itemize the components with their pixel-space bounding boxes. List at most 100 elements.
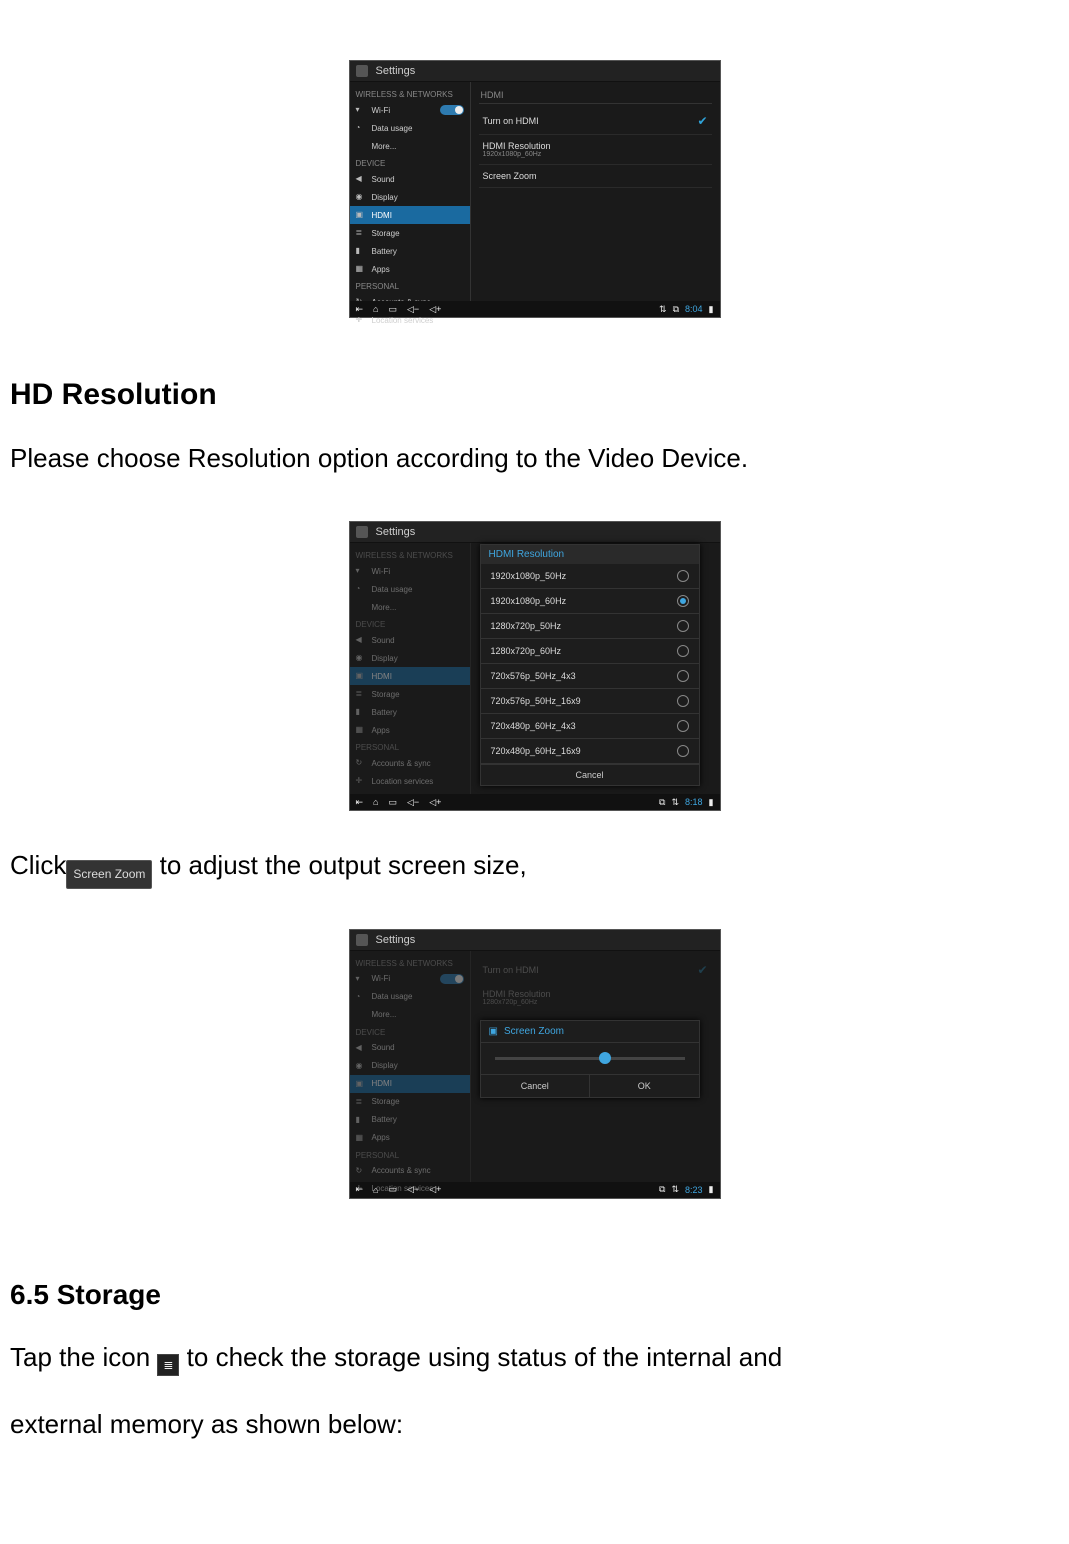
sidebar-item-sound[interactable]: ◀ Sound xyxy=(350,1039,470,1057)
heading-hd-resolution: HD Resolution xyxy=(10,378,1059,412)
dialog-cancel-button[interactable]: Cancel xyxy=(481,1074,591,1097)
nav-recent-icon[interactable]: ▭ xyxy=(388,797,397,808)
hdmi-icon: ▣ xyxy=(356,1079,366,1089)
sidebar-item-display[interactable]: ◉ Display xyxy=(350,1057,470,1075)
sidebar-item-accounts[interactable]: ↻ Accounts & sync xyxy=(350,1162,470,1180)
sidebar-item-label: Sound xyxy=(372,1043,395,1052)
sidebar-item-label: Display xyxy=(372,654,398,663)
nav-vol-up-icon[interactable]: ◁+ xyxy=(429,797,441,808)
section-personal-header: PERSONAL xyxy=(350,1147,470,1162)
dialog-cancel-button[interactable]: Cancel xyxy=(481,764,699,785)
radio-icon xyxy=(677,620,689,632)
sidebar-item-wifi[interactable]: ▾ Wi-Fi xyxy=(350,562,470,580)
sidebar-item-data[interactable]: ◔ Data usage xyxy=(350,119,470,137)
content-header: HDMI xyxy=(479,88,712,104)
nav-vol-up-icon[interactable]: ◁+ xyxy=(429,304,441,315)
sidebar-item-hdmi[interactable]: ▣ HDMI xyxy=(350,1075,470,1093)
row-title: Turn on HDMI xyxy=(483,116,539,126)
resolution-option[interactable]: 1280x720p_60Hz xyxy=(481,639,699,664)
radio-icon xyxy=(677,720,689,732)
resolution-option[interactable]: 720x576p_50Hz_16x9 xyxy=(481,689,699,714)
resolution-option[interactable]: 720x576p_50Hz_4x3 xyxy=(481,664,699,689)
sidebar-item-label: Wi-Fi xyxy=(372,567,391,576)
settings-icon xyxy=(356,526,368,538)
row-hdmi-resolution[interactable]: HDMI Resolution 1280x720p_60Hz xyxy=(479,983,712,1012)
sidebar-item-label: Battery xyxy=(372,1115,397,1124)
sync-icon: ↻ xyxy=(356,1166,366,1176)
nav-home-icon[interactable]: ⌂ xyxy=(373,304,378,314)
sidebar-item-label: Apps xyxy=(372,265,390,274)
sidebar-item-wifi[interactable]: ▾ Wi-Fi xyxy=(350,970,470,988)
sidebar-item-hdmi[interactable]: ▣ HDMI xyxy=(350,667,470,685)
sidebar-item-label: Wi-Fi xyxy=(372,106,391,115)
sidebar-item-storage[interactable]: ≣ Storage xyxy=(350,685,470,703)
data-usage-icon: ◔ xyxy=(356,584,366,594)
sidebar-item-more[interactable]: More... xyxy=(350,137,470,155)
row-turn-on-hdmi[interactable]: Turn on HDMI ✔ xyxy=(479,108,712,135)
wifi-toggle[interactable] xyxy=(440,105,464,115)
dialog-ok-button[interactable]: OK xyxy=(590,1074,699,1097)
resolution-option[interactable]: 1280x720p_50Hz xyxy=(481,614,699,639)
sidebar-item-display[interactable]: ◉ Display xyxy=(350,649,470,667)
sidebar-item-storage[interactable]: ≣ Storage xyxy=(350,1093,470,1111)
wifi-toggle[interactable] xyxy=(440,974,464,984)
sidebar-item-apps[interactable]: ▦ Apps xyxy=(350,721,470,739)
sidebar-item-sound[interactable]: ◀ Sound xyxy=(350,170,470,188)
sidebar-item-more[interactable]: More... xyxy=(350,1006,470,1024)
resolution-option[interactable]: 720x480p_60Hz_16x9 xyxy=(481,739,699,764)
nav-recent-icon[interactable]: ▭ xyxy=(388,304,397,315)
sidebar-item-location[interactable]: ✛ Location services xyxy=(350,772,470,790)
radio-icon xyxy=(677,695,689,707)
blank-icon xyxy=(356,141,366,151)
nav-back-icon[interactable]: ⇤ xyxy=(356,304,364,315)
zoom-slider[interactable] xyxy=(495,1057,685,1060)
sidebar-item-data[interactable]: ◔ Data usage xyxy=(350,580,470,598)
sidebar-item-label: Wi-Fi xyxy=(372,974,391,983)
row-turn-on-hdmi[interactable]: Turn on HDMI ✔ xyxy=(479,957,712,983)
display-icon: ◉ xyxy=(356,653,366,663)
system-navbar: ⇤ ⌂ ▭ ◁− ◁+ ⧉ ⇅ 8:18 ▮ xyxy=(350,794,720,810)
sidebar-item-more[interactable]: More... xyxy=(350,598,470,616)
sidebar-item-label: Location services xyxy=(372,777,434,786)
sidebar-item-label: More... xyxy=(372,1010,397,1019)
section-personal-header: PERSONAL xyxy=(350,739,470,754)
nav-home-icon[interactable]: ⌂ xyxy=(373,797,378,807)
text-to-adjust: to adjust the output screen size, xyxy=(152,850,526,880)
zoom-icon: ▣ xyxy=(489,1026,498,1037)
sidebar-item-hdmi[interactable]: ▣ HDMI xyxy=(350,206,470,224)
nav-vol-down-icon[interactable]: ◁− xyxy=(407,304,419,315)
section-device-header: DEVICE xyxy=(350,155,470,170)
sidebar-item-wifi[interactable]: ▾ Wi-Fi xyxy=(350,101,470,119)
hdmi-resolution-dialog: HDMI Resolution 1920x1080p_50Hz1920x1080… xyxy=(480,544,700,786)
section-wireless-header: WIRELESS & NETWORKS xyxy=(350,86,470,101)
row-title: HDMI Resolution xyxy=(483,989,551,999)
sidebar-item-battery[interactable]: ▮ Battery xyxy=(350,703,470,721)
row-screen-zoom[interactable]: Screen Zoom xyxy=(479,165,712,188)
status-battery-icon: ▮ xyxy=(709,1184,714,1195)
sidebar-item-accounts[interactable]: ↻ Accounts & sync xyxy=(350,754,470,772)
sidebar-item-apps[interactable]: ▦ Apps xyxy=(350,260,470,278)
nav-back-icon[interactable]: ⇤ xyxy=(356,797,364,808)
sidebar-item-storage[interactable]: ≣ Storage xyxy=(350,224,470,242)
checkmark-icon: ✔ xyxy=(697,114,707,128)
status-wifi-icon: ⇅ xyxy=(671,797,679,808)
nav-vol-down-icon[interactable]: ◁− xyxy=(407,797,419,808)
resolution-option[interactable]: 720x480p_60Hz_4x3 xyxy=(481,714,699,739)
sidebar-item-label: HDMI xyxy=(372,672,392,681)
sidebar-item-sound[interactable]: ◀ Sound xyxy=(350,631,470,649)
sidebar-item-display[interactable]: ◉ Display xyxy=(350,188,470,206)
sidebar-item-data[interactable]: ◔ Data usage xyxy=(350,988,470,1006)
row-hdmi-resolution[interactable]: HDMI Resolution 1920x1080p_60Hz xyxy=(479,135,712,165)
sidebar-item-battery[interactable]: ▮ Battery xyxy=(350,242,470,260)
blank-icon xyxy=(356,602,366,612)
apps-icon: ▦ xyxy=(356,264,366,274)
sidebar-item-battery[interactable]: ▮ Battery xyxy=(350,1111,470,1129)
sidebar-item-label: Accounts & sync xyxy=(372,759,431,768)
wifi-icon: ▾ xyxy=(356,105,366,115)
data-usage-icon: ◔ xyxy=(356,992,366,1002)
sidebar-item-location[interactable]: ✛ Location services xyxy=(350,1180,470,1198)
resolution-option[interactable]: 1920x1080p_50Hz xyxy=(481,564,699,589)
settings-sidebar: WIRELESS & NETWORKS ▾ Wi-Fi ◔ Data usage… xyxy=(350,82,471,301)
sidebar-item-apps[interactable]: ▦ Apps xyxy=(350,1129,470,1147)
resolution-option[interactable]: 1920x1080p_60Hz xyxy=(481,589,699,614)
